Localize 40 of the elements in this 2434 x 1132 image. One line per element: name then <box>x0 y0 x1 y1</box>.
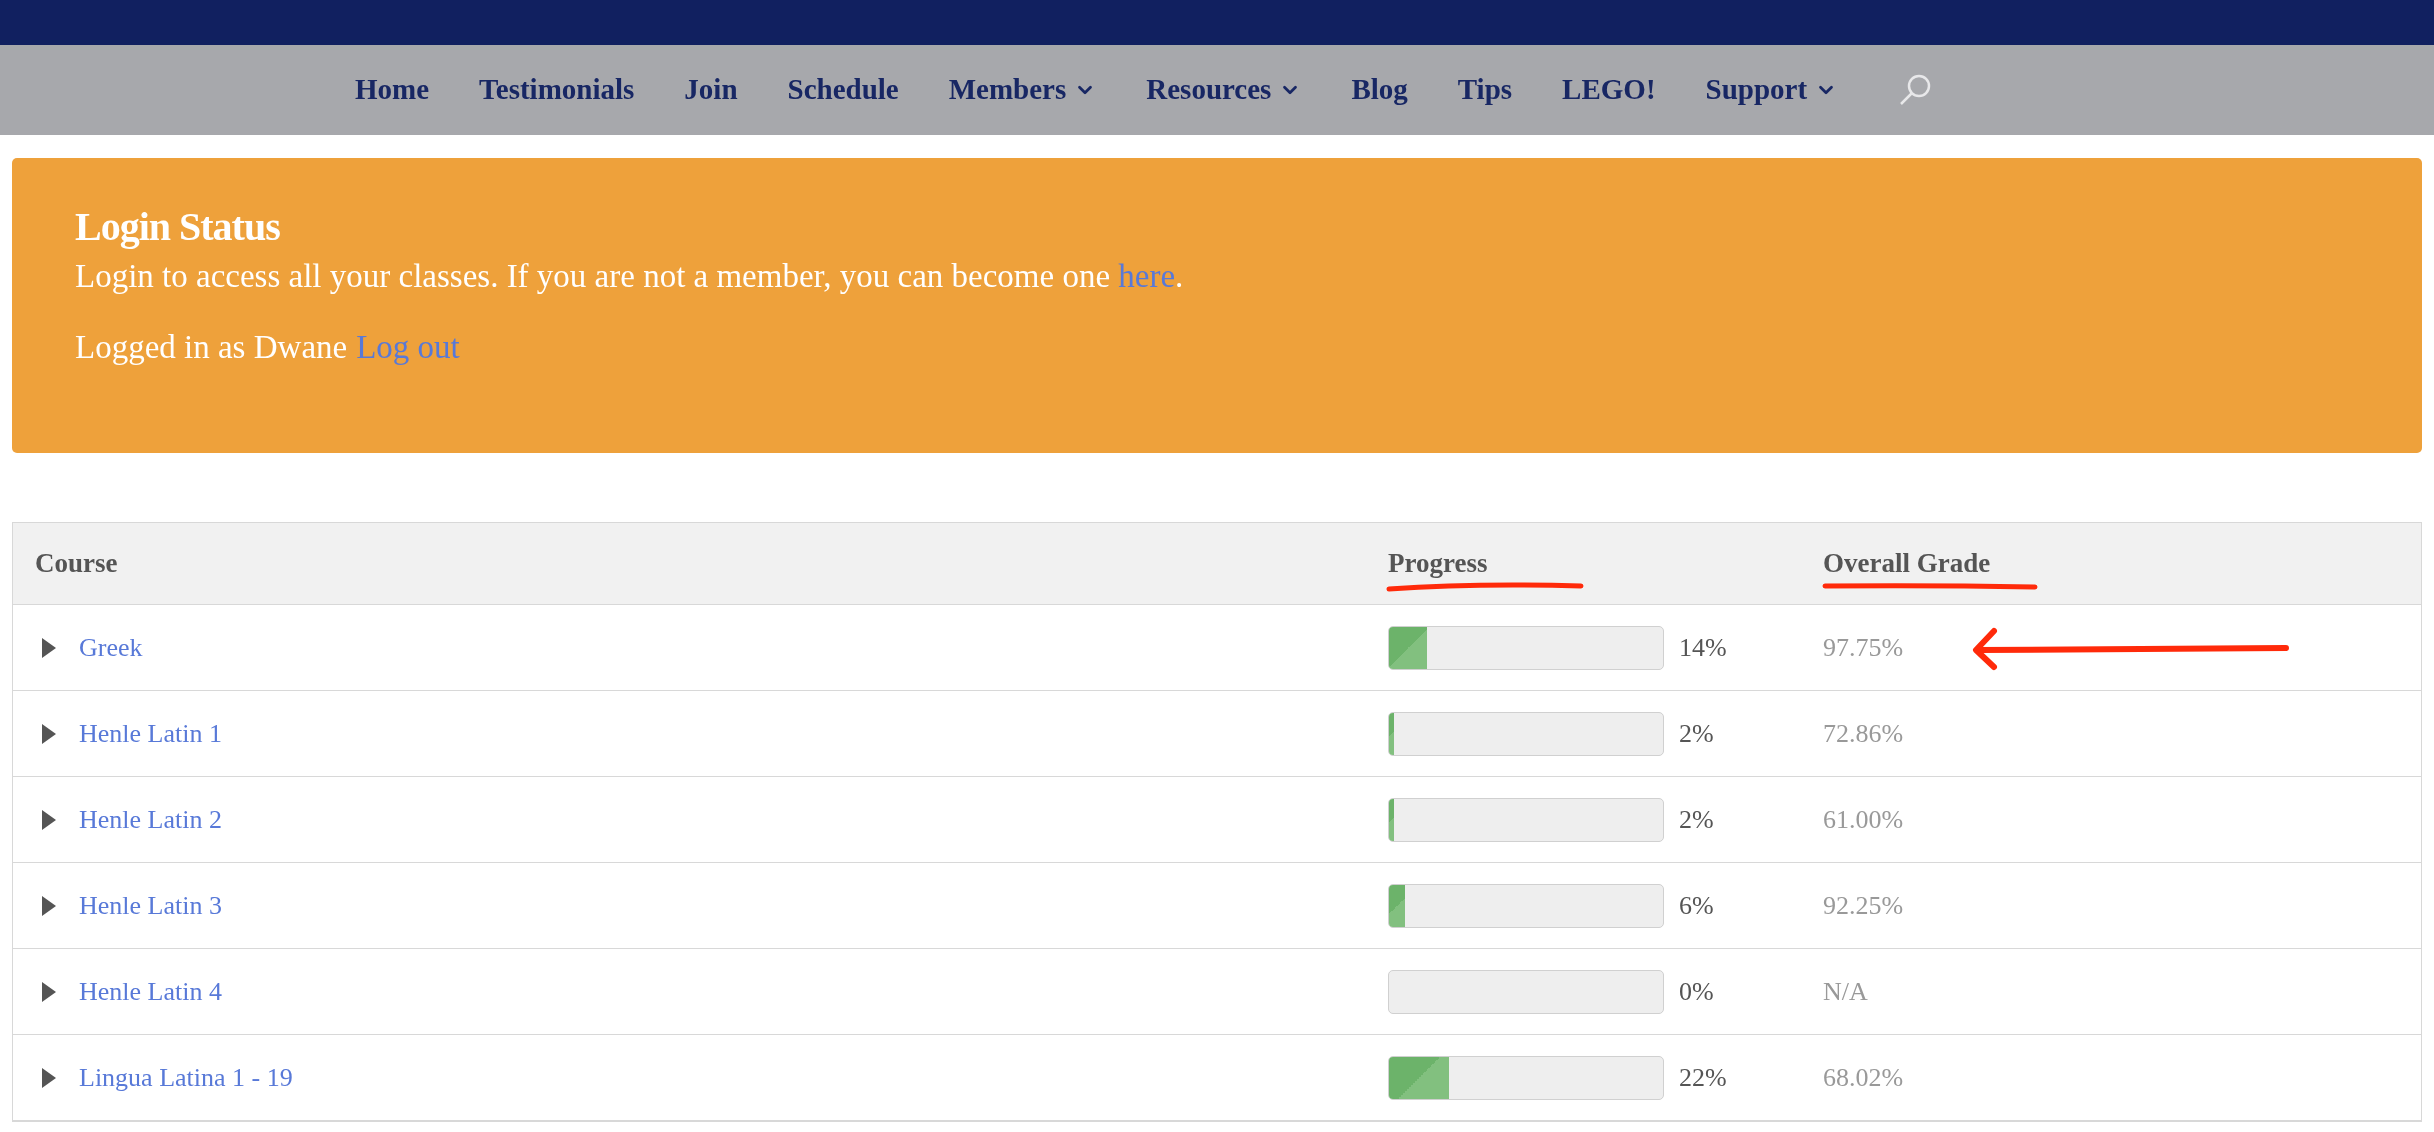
column-header: Overall Grade <box>1823 548 1991 579</box>
grade-value: N/A <box>1823 977 1868 1006</box>
expand-triangle-icon[interactable] <box>41 980 57 1003</box>
expand-triangle-icon[interactable] <box>41 808 57 831</box>
course-link[interactable]: Henle Latin 4 <box>79 972 222 1011</box>
grade-value: 92.25% <box>1823 891 1904 920</box>
nav-link[interactable]: Tips <box>1457 68 1513 112</box>
course-link[interactable]: Henle Latin 1 <box>79 714 222 753</box>
nav-link[interactable]: LEGO! <box>1562 68 1656 112</box>
login-message: Login to access all your classes. If you are not a member, you can become one here. <box>75 259 1185 293</box>
column-header: Progress <box>1388 548 1488 579</box>
expand-triangle-icon[interactable] <box>41 722 57 745</box>
nav-link[interactable]: Testimonials <box>479 68 635 112</box>
progress-percent: 2% <box>1679 804 1714 836</box>
progress-percent: 6% <box>1679 890 1714 922</box>
expand-triangle-icon[interactable] <box>41 894 57 917</box>
grade-value: 72.86% <box>1823 719 1904 748</box>
progress-percent: 2% <box>1679 718 1714 750</box>
panel-title: Login Status <box>75 203 281 251</box>
nav-link[interactable]: Schedule <box>787 68 899 112</box>
course-link[interactable]: Greek <box>79 628 143 667</box>
expand-triangle-icon[interactable] <box>41 1066 57 1089</box>
progress-percent: 22% <box>1679 1062 1727 1094</box>
grade-value: 68.02% <box>1823 1063 1904 1092</box>
nav-link[interactable]: Join <box>684 68 738 112</box>
grade-value: 97.75% <box>1823 633 1904 662</box>
progress-percent: 0% <box>1679 976 1714 1008</box>
nav-link[interactable]: Support <box>1705 68 1838 112</box>
nav-link[interactable]: Resources <box>1146 68 1302 112</box>
nav-link[interactable]: Blog <box>1351 68 1408 112</box>
course-link[interactable]: Henle Latin 2 <box>79 800 222 839</box>
nav-link[interactable]: Home <box>355 68 430 112</box>
course-link[interactable]: Henle Latin 3 <box>79 886 222 925</box>
column-header: Course <box>35 548 118 579</box>
course-link[interactable]: Lingua Latina 1 - 19 <box>79 1058 293 1097</box>
progress-percent: 14% <box>1679 632 1727 664</box>
grade-value: 61.00% <box>1823 805 1904 834</box>
expand-triangle-icon[interactable] <box>41 636 57 659</box>
logged-in-text: Logged in as Dwane <box>75 328 348 367</box>
nav-link[interactable]: Members <box>948 68 1097 112</box>
